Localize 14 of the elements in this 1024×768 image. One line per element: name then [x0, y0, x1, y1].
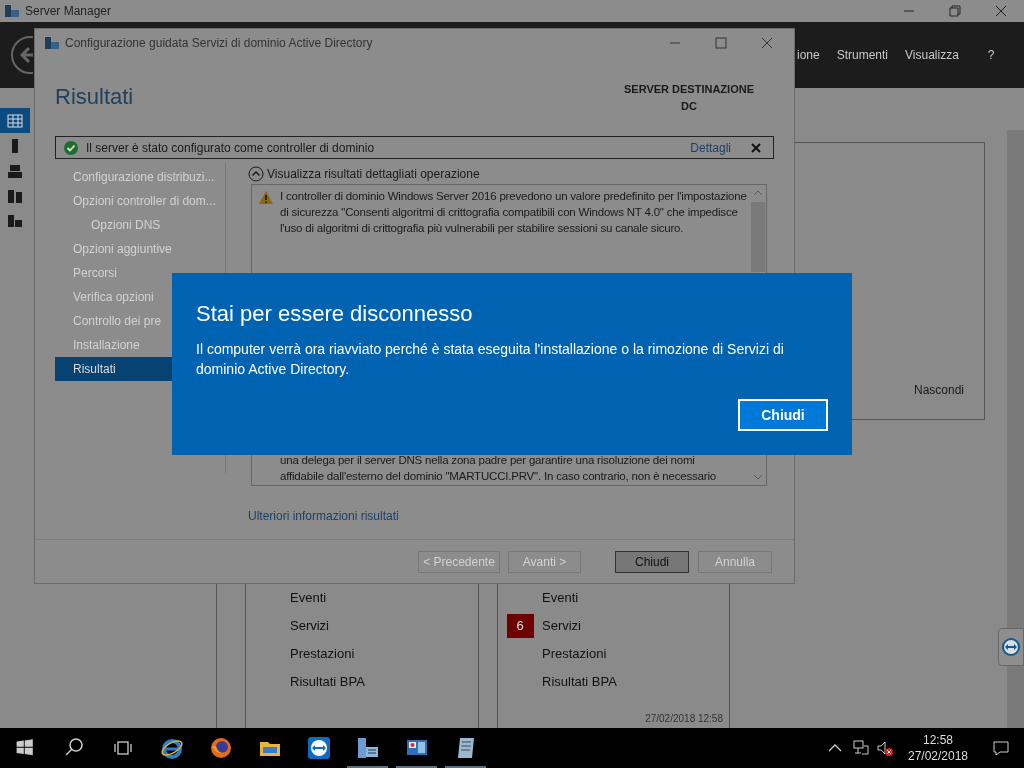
alert-badge: 6 [506, 614, 534, 638]
notification-text: Il server è stato configurato come controller di dominio [86, 139, 375, 157]
timestamp: 27/02/2018 12:58 [645, 712, 723, 726]
dialog-title: Stai per essere disconnesso [196, 300, 474, 328]
window-title: Server Manager [25, 3, 112, 20]
page-heading: Risultati [55, 86, 134, 108]
clock-date: 27/02/2018 [907, 748, 969, 764]
dialog-message: Il computer verrà ora riavviato perché è stata eseguita l'installazione o la rimozione di Servizi di dominio Active Directory. [196, 340, 785, 379]
server-name: DC [681, 98, 697, 114]
server-label: SERVER DESTINAZIONE [624, 82, 754, 97]
details-text: I controller di dominio Windows Server 2016 prevedono un valore predefinito per l'impostazione di sicurezza "Consenti algoritmi di crittografia compatibili con Windows NT 4.0" che impedisce l'uso di algoritmi di crittografia più vulnerabili per stabilire sessioni su canale sicuro. [280, 189, 748, 236]
details-text: una delega per il server DNS nella zona padre per garantire una risoluzione dei nomi affidabile dall'esterno del dominio "MARTUCCI.PRV". In caso contrario, non è necessario [280, 453, 717, 484]
window-title: Configurazione guidata Servizi di dominio Active Directory [65, 34, 373, 52]
clock-time: 12:58 [923, 732, 953, 748]
